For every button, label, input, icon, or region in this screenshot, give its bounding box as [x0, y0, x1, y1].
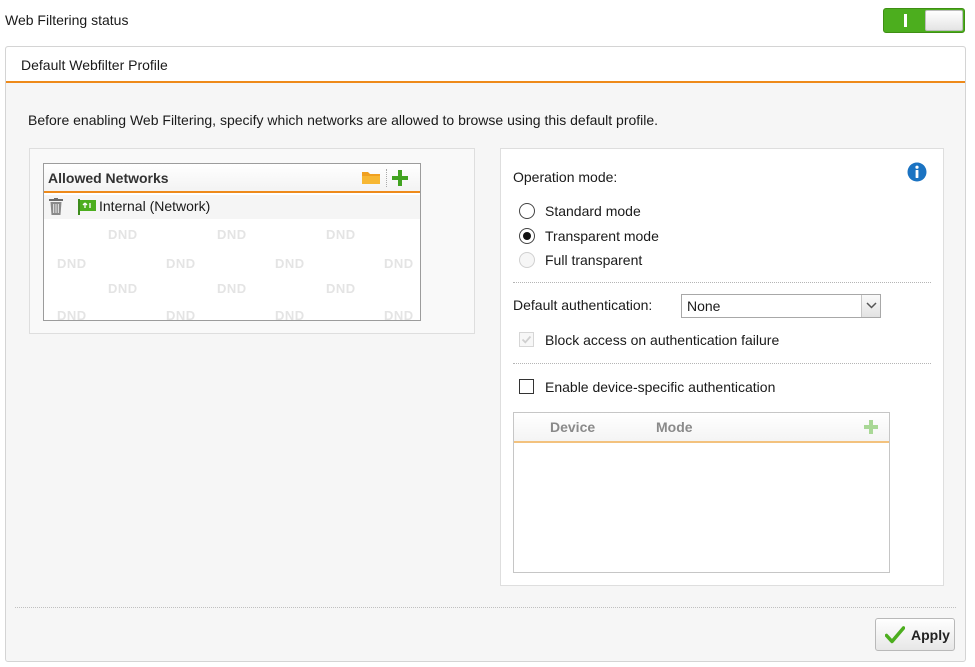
- dnd-watermark: DND: [384, 256, 414, 271]
- chevron-down-icon: [866, 302, 877, 309]
- dnd-watermark: DND: [217, 281, 247, 296]
- web-filtering-toggle[interactable]: [883, 8, 965, 33]
- selected-value: None: [687, 298, 721, 314]
- network-flag-icon: [78, 199, 96, 215]
- device-table-header: Device Mode: [514, 413, 889, 443]
- apply-button-label: Apply: [911, 627, 950, 643]
- radio-button[interactable]: [519, 228, 535, 244]
- add-network-icon[interactable]: [391, 169, 409, 187]
- dnd-watermark: DND: [275, 308, 305, 321]
- dnd-watermark: DND: [384, 308, 414, 321]
- web-filtering-status-label: Web Filtering status: [5, 12, 129, 28]
- section-divider: [513, 363, 931, 364]
- radio-label: Standard mode: [545, 203, 641, 219]
- dnd-watermark: DND: [57, 256, 87, 271]
- dnd-watermark: DND: [166, 256, 196, 271]
- drag-drop-area[interactable]: DND DND DND DND DND DND DND DND DND DND …: [44, 219, 420, 320]
- allowed-networks-header: Allowed Networks: [44, 164, 420, 193]
- dnd-watermark: DND: [326, 227, 356, 242]
- trash-icon[interactable]: [49, 198, 63, 215]
- dnd-watermark: DND: [57, 308, 87, 321]
- panel-tab: Default Webfilter Profile: [6, 47, 965, 83]
- checkbox[interactable]: [519, 379, 534, 394]
- allowed-networks-title: Allowed Networks: [48, 170, 169, 186]
- operation-settings-section: Operation mode: Standard mode Transparen…: [500, 148, 944, 586]
- default-authentication-label: Default authentication:: [513, 297, 653, 313]
- checkbox-label: Enable device-specific authentication: [545, 379, 776, 395]
- network-row[interactable]: Internal (Network): [44, 195, 420, 219]
- transparent-mode-radio[interactable]: Transparent mode: [519, 227, 719, 247]
- dnd-watermark: DND: [217, 227, 247, 242]
- default-webfilter-profile-panel: Default Webfilter Profile Before enablin…: [5, 46, 966, 662]
- section-divider: [513, 282, 931, 283]
- network-item-label: Internal (Network): [99, 198, 211, 214]
- dropdown-arrow[interactable]: [861, 295, 880, 317]
- checkmark-icon: [885, 626, 905, 644]
- column-header-device: Device: [550, 419, 596, 435]
- toggle-knob[interactable]: [925, 10, 963, 31]
- dnd-watermark: DND: [166, 308, 196, 321]
- dnd-watermark: DND: [326, 281, 356, 296]
- radio-button[interactable]: [519, 203, 535, 219]
- column-header-mode: Mode: [656, 419, 693, 435]
- dnd-watermark: DND: [108, 281, 138, 296]
- operation-mode-label: Operation mode:: [513, 169, 618, 185]
- radio-button[interactable]: [519, 252, 535, 268]
- checkbox-label: Block access on authentication failure: [545, 332, 780, 348]
- dnd-watermark: DND: [108, 227, 138, 242]
- standard-mode-radio[interactable]: Standard mode: [519, 202, 719, 222]
- checkbox[interactable]: [519, 332, 534, 347]
- info-icon[interactable]: [907, 162, 927, 182]
- dnd-watermark: DND: [275, 256, 305, 271]
- toggle-on-indicator: [904, 14, 907, 27]
- add-device-icon[interactable]: [863, 419, 879, 435]
- device-table: Device Mode: [513, 412, 890, 573]
- web-filtering-status-row: Web Filtering status: [0, 0, 975, 42]
- apply-button[interactable]: Apply: [875, 618, 955, 651]
- default-authentication-select[interactable]: None: [681, 294, 881, 318]
- allowed-networks-section: Allowed Networks Internal (Network) DND …: [29, 148, 475, 334]
- full-transparent-radio[interactable]: Full transparent: [519, 251, 719, 271]
- radio-label: Transparent mode: [545, 228, 659, 244]
- radio-label: Full transparent: [545, 252, 643, 268]
- block-access-checkbox[interactable]: Block access on authentication failure: [519, 331, 819, 351]
- allowed-networks-list[interactable]: Allowed Networks Internal (Network) DND …: [43, 163, 421, 321]
- footer-divider: [15, 607, 956, 608]
- panel-title: Default Webfilter Profile: [21, 57, 168, 73]
- device-auth-checkbox[interactable]: Enable device-specific authentication: [519, 378, 819, 398]
- checkmark-icon: [521, 335, 532, 344]
- intro-text: Before enabling Web Filtering, specify w…: [28, 112, 659, 128]
- header-separator: [386, 169, 387, 187]
- folder-icon[interactable]: [362, 171, 380, 184]
